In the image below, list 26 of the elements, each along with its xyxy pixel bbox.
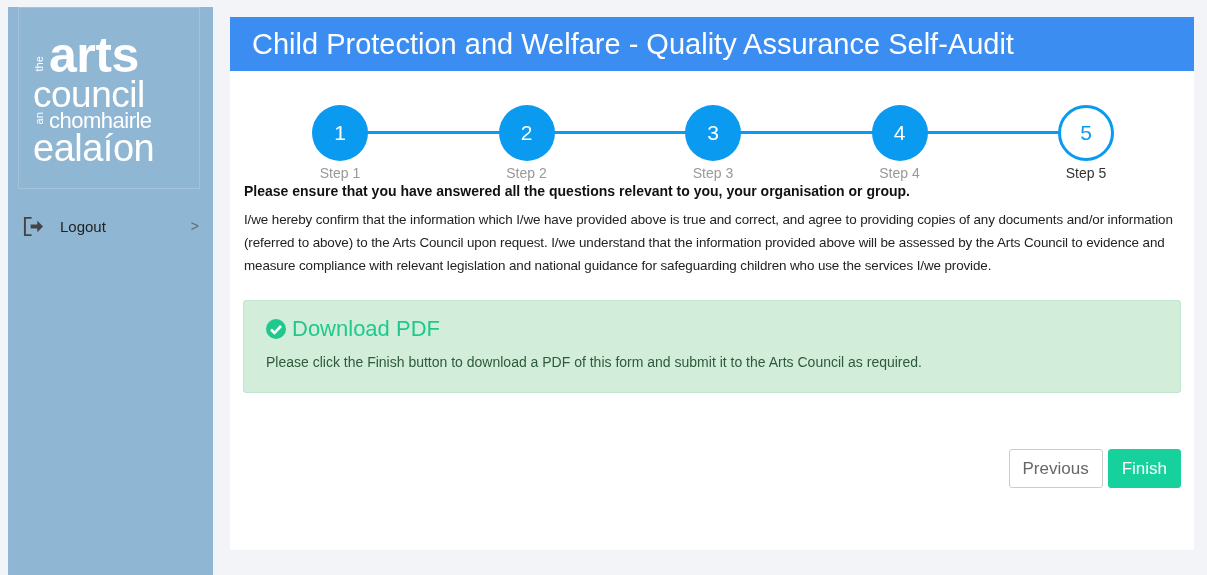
page-title: Child Protection and Welfare - Quality Assurance Self-Audit xyxy=(230,17,1194,71)
step-label: Step 1 xyxy=(319,165,361,181)
alert-text: Please click the Finish button to download a PDF of this form and submit it to the Arts Council as required. xyxy=(266,354,923,370)
step-circle[interactable]: 2 xyxy=(498,105,555,161)
logout-link[interactable]: Logout > xyxy=(8,214,213,238)
previous-button[interactable]: Previous xyxy=(1008,449,1103,488)
step-circle[interactable]: 5 xyxy=(1058,105,1114,161)
notice-text: Please ensure that you have answered all the questions relevant to you, your organisation or group. xyxy=(244,183,911,199)
step-label: Step 2 xyxy=(506,165,547,181)
check-circle-icon xyxy=(266,319,286,339)
step-label: Step 5 xyxy=(1065,165,1107,181)
step-label: Step 4 xyxy=(879,165,920,181)
alert-title: Download PDF xyxy=(292,316,440,342)
step-circle[interactable]: 1 xyxy=(312,105,368,161)
logo-text: chomhairle xyxy=(49,111,152,132)
logo-text: council xyxy=(33,78,145,112)
step-circle[interactable]: 3 xyxy=(685,105,741,161)
finish-button[interactable]: Finish xyxy=(1107,449,1181,488)
logo-text: an xyxy=(34,111,45,125)
logo-text: the xyxy=(34,58,45,72)
step-label: Step 3 xyxy=(692,165,734,181)
declaration-text: I/we hereby confirm that the information which I/we have provided above is true and correct, and agree to providing copies of any documents and/or information (referred to above) to the Arts Council upon request. I/we understand that the information provided above will be assessed by the Arts Council to evidence and measure compliance with relevant legislation and national guidance for safeguarding children who use the services I/we provide. xyxy=(244,211,1174,275)
logout-icon xyxy=(23,215,44,237)
logo-text: ealaíon xyxy=(33,131,155,166)
logo-text: arts xyxy=(49,33,139,78)
step-circle[interactable]: 4 xyxy=(871,105,928,161)
